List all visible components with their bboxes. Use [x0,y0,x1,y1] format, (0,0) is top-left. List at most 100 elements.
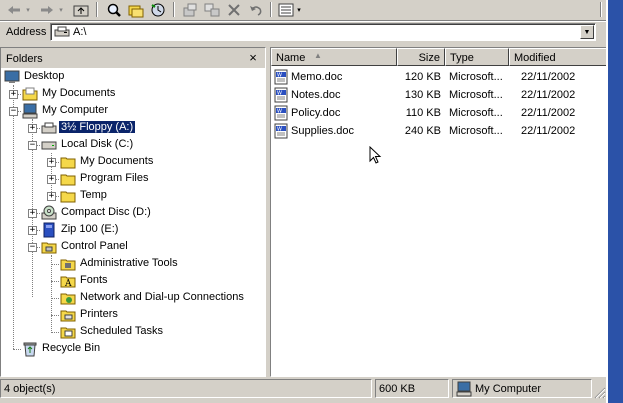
move-to-icon[interactable] [180,1,200,18]
expand-icon[interactable]: + [28,226,37,235]
toolbar-separator [270,2,272,17]
svg-text:W: W [277,127,282,133]
tree-item-label: Fonts [80,274,108,286]
address-bar: Address A:\ ▼ [0,21,606,45]
tree-item-desktop[interactable]: Desktop [1,69,265,85]
views-icon[interactable] [277,1,295,18]
collapse-icon[interactable]: − [28,141,37,150]
delete-icon[interactable] [224,1,244,18]
column-header-size[interactable]: Size [397,48,445,66]
tree-item-label: My Documents [80,155,154,167]
tree-item-label: Program Files [80,172,149,184]
file-name: Notes.doc [291,89,341,101]
file-list: Name ▲ Size Type Modified W Memo.doc 120… [270,47,607,377]
administrative-tools-icon [60,256,76,272]
tree-item-network-connections[interactable]: Network and Dial-up Connections [1,290,265,306]
status-size: 600 KB [375,379,449,398]
cd-drive-icon [41,205,57,221]
mouse-pointer-icon [369,145,383,169]
zip-drive-icon [41,222,57,238]
expand-icon[interactable]: + [47,158,56,167]
my-computer-icon [22,103,38,119]
recycle-bin-icon [22,341,38,357]
tree-item-recycle-bin[interactable]: Recycle Bin [1,341,265,357]
word-document-icon: W [273,105,289,121]
close-icon[interactable]: × [245,50,261,66]
tree-item-program-files[interactable]: + Program Files [1,171,265,187]
back-dropdown-icon[interactable]: ▾ [24,1,32,18]
svg-text:W: W [277,91,282,97]
tree-item-administrative-tools[interactable]: Administrative Tools [1,256,265,272]
expand-icon[interactable]: + [28,209,37,218]
file-row[interactable]: W Supplies.doc 240 KB Microsoft... 22/11… [271,122,607,140]
toolbar-separator [173,2,175,17]
column-header-name[interactable]: Name ▲ [271,48,397,66]
tree-item-label: Administrative Tools [80,257,178,269]
file-size: 110 KB [405,107,441,119]
tree-item-label: Desktop [24,70,65,82]
file-size: 240 KB [404,125,441,137]
views-dropdown-icon[interactable]: ▾ [295,1,303,18]
file-size: 120 KB [404,71,441,83]
tree-item-control-panel[interactable]: − Control Panel [1,239,265,255]
folder-icon [60,154,76,170]
collapse-icon[interactable]: − [28,243,37,252]
word-document-icon: W [273,87,289,103]
folders-icon[interactable] [126,1,146,18]
file-row[interactable]: W Policy.doc 110 KB Microsoft... 22/11/2… [271,104,607,122]
tree-item-my-computer[interactable]: − My Computer [1,103,265,119]
desktop-icon [4,69,20,85]
expand-icon[interactable]: + [9,90,18,99]
tree-item-my-documents[interactable]: + My Documents [1,86,265,102]
tree-item-local-disk-c[interactable]: − Local Disk (C:) [1,137,265,153]
tree-item-printers[interactable]: Printers [1,307,265,323]
undo-icon[interactable] [246,1,266,18]
word-document-icon: W [273,69,289,85]
resize-grip-icon[interactable] [592,385,606,399]
folder-icon [60,188,76,204]
svg-text:W: W [277,73,282,79]
folders-pane: Folders × Desktop + My Documents − My Co… [0,47,266,377]
tree-item-scheduled-tasks[interactable]: Scheduled Tasks [1,324,265,340]
tree-item-label: Compact Disc (D:) [61,206,151,218]
forward-dropdown-icon[interactable]: ▾ [57,1,65,18]
file-type: Microsoft... [449,71,503,83]
tree-item-label: My Documents [42,87,116,99]
copy-to-icon[interactable] [202,1,222,18]
tree-item-label: 3½ Floppy (A:) [57,120,137,134]
column-header-modified[interactable]: Modified [509,48,607,66]
expand-icon[interactable]: + [28,124,37,133]
back-icon[interactable] [4,1,24,18]
tree-item-label: Temp [80,189,107,201]
column-header-label: Modified [514,52,556,64]
tree-item-fonts[interactable]: A Fonts [1,273,265,289]
svg-text:W: W [277,109,282,115]
tree-item-temp[interactable]: + Temp [1,188,265,204]
expand-icon[interactable]: + [47,192,56,201]
file-name: Policy.doc [291,107,341,119]
collapse-icon[interactable]: − [9,107,18,116]
status-bar: 4 object(s) 600 KB My Computer [0,379,606,399]
expand-icon[interactable]: + [47,175,56,184]
tree-item-zip-e[interactable]: + Zip 100 (E:) [1,222,265,238]
tree-item-c-my-documents[interactable]: + My Documents [1,154,265,170]
tree-item-floppy-a[interactable]: + 3½ Floppy (A:) [1,120,265,136]
tree-item-compact-disc-d[interactable]: + Compact Disc (D:) [1,205,265,221]
address-input[interactable]: A:\ ▼ [50,23,596,41]
folders-header: Folders × [1,48,265,68]
column-header-type[interactable]: Type [445,48,509,66]
printers-icon [60,307,76,323]
address-dropdown-button[interactable]: ▼ [580,25,594,39]
control-panel-icon [41,239,57,255]
tree-item-label: My Computer [42,104,109,116]
search-icon[interactable] [104,1,124,18]
file-row[interactable]: W Memo.doc 120 KB Microsoft... 22/11/200… [271,68,607,86]
hard-drive-icon [41,137,57,153]
history-icon[interactable] [148,1,168,18]
floppy-drive-icon [54,26,70,41]
up-folder-icon[interactable] [71,1,91,18]
file-row[interactable]: W Notes.doc 130 KB Microsoft... 22/11/20… [271,86,607,104]
status-location: My Computer [452,379,592,398]
forward-icon[interactable] [37,1,57,18]
file-size: 130 KB [404,89,441,101]
